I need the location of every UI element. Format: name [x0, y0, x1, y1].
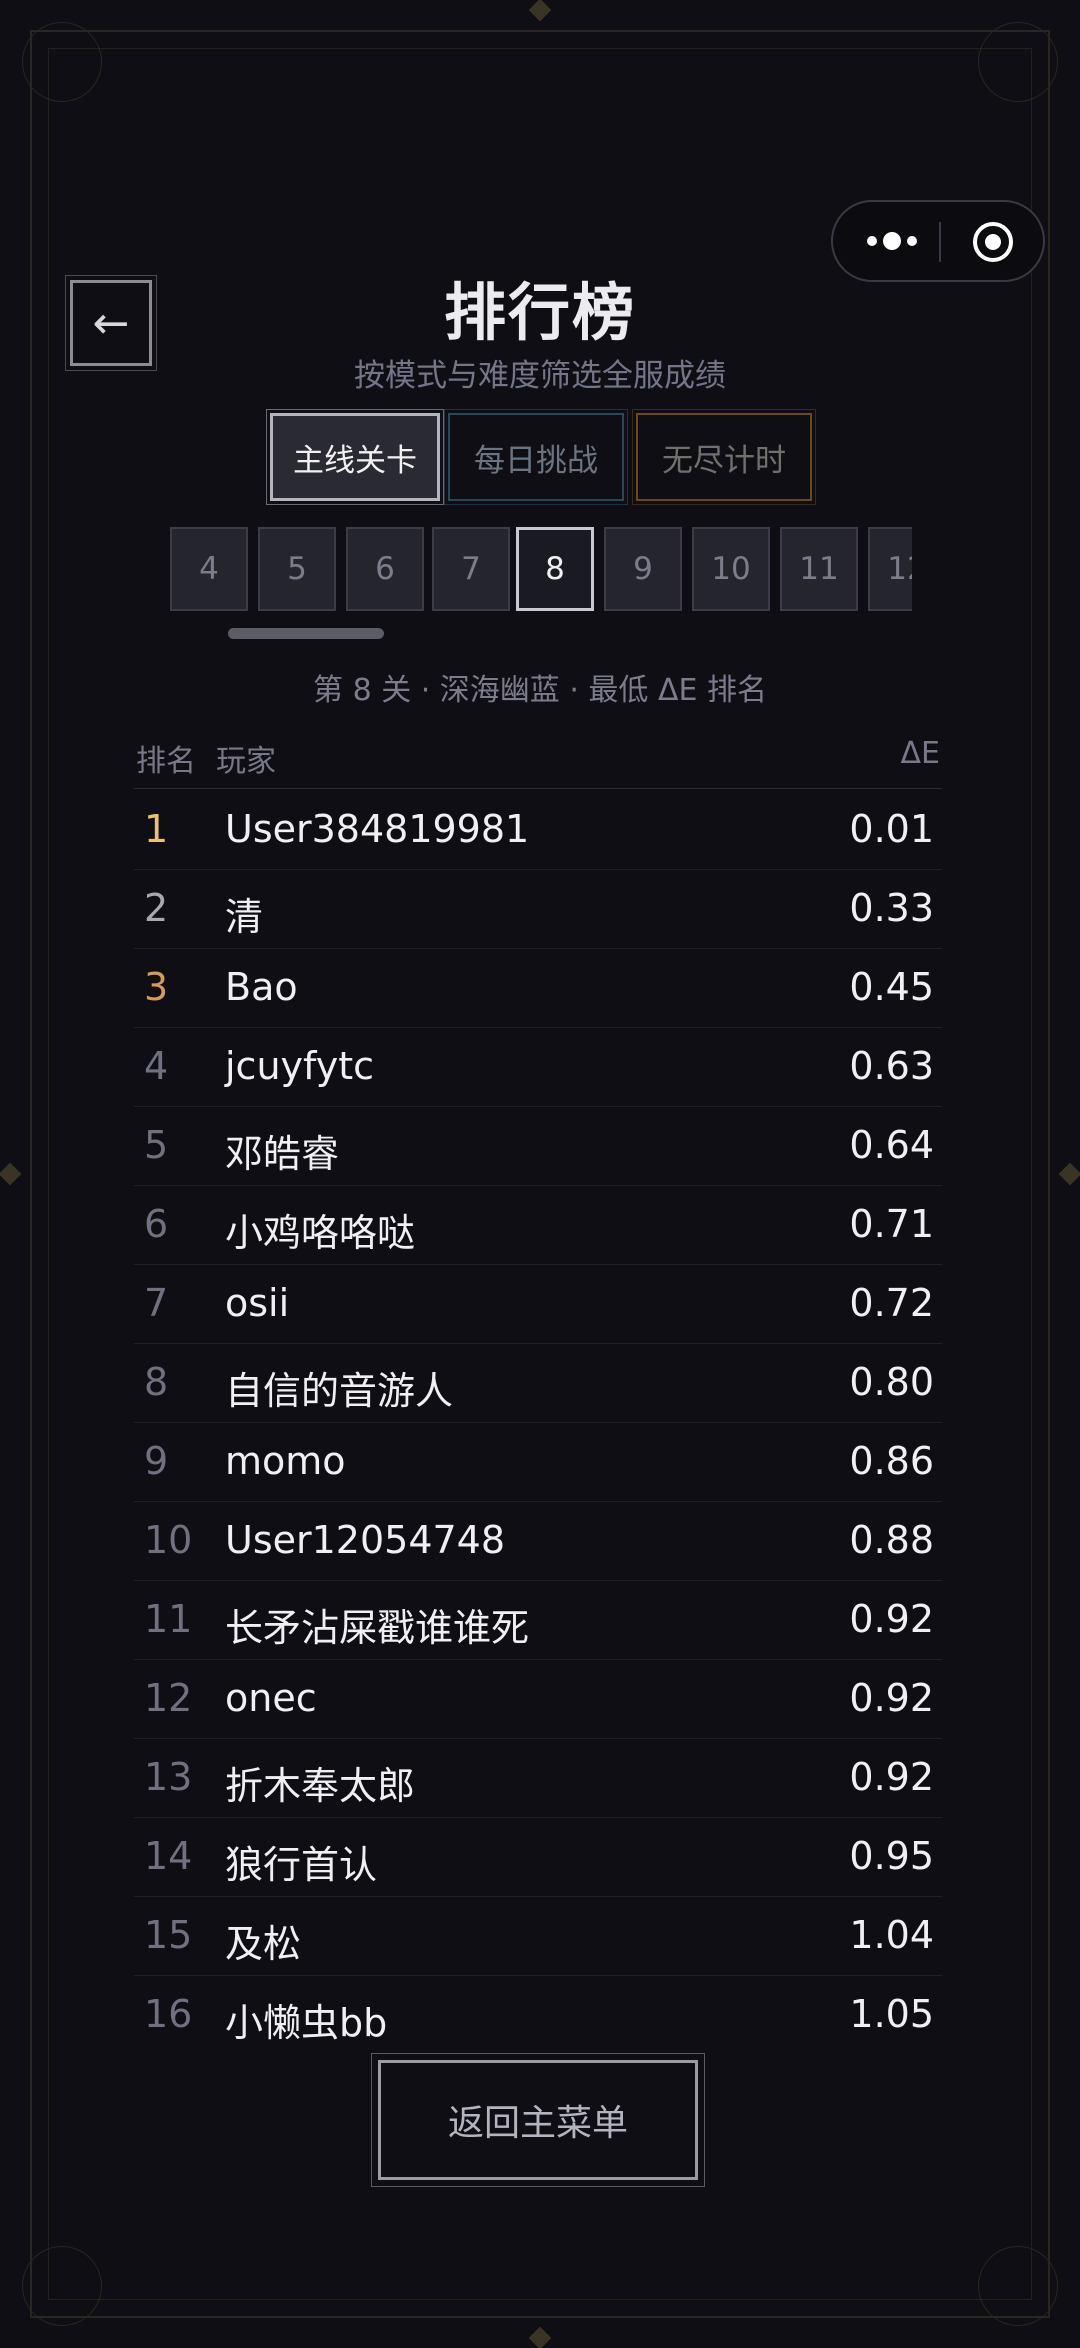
header-player: 玩家 — [216, 744, 276, 779]
row-player: 狼行首认 — [225, 1843, 378, 1887]
level-caption: 第 8 关 · 深海幽蓝 · 最低 ΔE 排名 — [313, 673, 767, 708]
table-row: 8 自信的音游人 0.80 — [134, 1344, 942, 1423]
row-score: 0.92 — [849, 1676, 934, 1720]
tab-daily-challenge[interactable]: 每日挑战 — [444, 409, 628, 505]
corner-ornament — [22, 2246, 102, 2326]
row-player: Bao — [225, 965, 298, 1009]
row-score: 1.05 — [849, 1992, 934, 2036]
table-row: 16 小懒虫bb 1.05 — [134, 1976, 942, 2055]
row-rank: 9 — [144, 1439, 169, 1483]
table-row: 6 小鸡咯咯哒 0.71 — [134, 1186, 942, 1265]
row-player: User384819981 — [225, 807, 530, 851]
table-row: 5 邓皓睿 0.64 — [134, 1107, 942, 1186]
row-player: jcuyfytc — [225, 1044, 375, 1088]
row-player: 折木奉太郎 — [225, 1764, 416, 1808]
diamond-ornament — [528, 2326, 552, 2348]
row-score: 0.64 — [849, 1123, 934, 1167]
return-main-menu-button[interactable]: 返回主菜单 — [371, 2053, 705, 2187]
level-item[interactable]: 9 — [604, 527, 682, 611]
row-rank: 13 — [144, 1755, 193, 1799]
row-rank: 5 — [144, 1123, 169, 1167]
row-player: momo — [225, 1439, 346, 1483]
row-score: 0.33 — [849, 886, 934, 930]
row-rank: 8 — [144, 1360, 169, 1404]
level-item[interactable]: 4 — [170, 527, 248, 611]
page-subtitle: 按模式与难度筛选全服成绩 — [354, 358, 726, 394]
corner-ornament — [978, 22, 1058, 102]
row-score: 0.63 — [849, 1044, 934, 1088]
level-item[interactable]: 6 — [346, 527, 424, 611]
level-selector[interactable]: 4 5 6 7 8 9 10 11 12 — [168, 523, 912, 615]
row-player: 邓皓睿 — [225, 1132, 340, 1176]
table-row: 4 jcuyfytc 0.63 — [134, 1028, 942, 1107]
corner-ornament — [22, 22, 102, 102]
row-rank: 4 — [144, 1044, 169, 1088]
row-player: 及松 — [225, 1922, 302, 1966]
row-rank: 1 — [144, 807, 169, 851]
level-item[interactable]: 11 — [780, 527, 858, 611]
table-row: 12 onec 0.92 — [134, 1660, 942, 1739]
row-rank: 3 — [144, 965, 169, 1009]
capsule-divider — [939, 222, 941, 262]
row-rank: 12 — [144, 1676, 193, 1720]
row-score: 0.86 — [849, 1439, 934, 1483]
table-row: 14 狼行首认 0.95 — [134, 1818, 942, 1897]
header-delta-e: ΔE — [900, 736, 940, 771]
row-score: 0.92 — [849, 1755, 934, 1799]
row-score: 0.88 — [849, 1518, 934, 1562]
level-scrollbar[interactable] — [228, 628, 384, 639]
row-score: 1.04 — [849, 1913, 934, 1957]
table-header: 排名 玩家 ΔE — [134, 732, 942, 789]
more-dots-icon[interactable] — [863, 228, 923, 254]
table-row: 3 Bao 0.45 — [134, 949, 942, 1028]
row-score: 0.92 — [849, 1597, 934, 1641]
row-player: User12054748 — [225, 1518, 506, 1562]
row-player: onec — [225, 1676, 317, 1720]
table-row: 10 User12054748 0.88 — [134, 1502, 942, 1581]
level-item[interactable]: 7 — [432, 527, 510, 611]
row-rank: 10 — [144, 1518, 193, 1562]
diamond-ornament — [0, 1162, 22, 1186]
diamond-ornament — [528, 0, 552, 22]
row-rank: 6 — [144, 1202, 169, 1246]
row-score: 0.01 — [849, 807, 934, 851]
table-row: 7 osii 0.72 — [134, 1265, 942, 1344]
row-player: 自信的音游人 — [225, 1369, 454, 1413]
tab-main-levels[interactable]: 主线关卡 — [266, 409, 444, 505]
leaderboard-page: { "header": { "title": "排行榜", "subtitle"… — [0, 0, 1080, 2348]
header-rank: 排名 — [136, 744, 196, 779]
row-player: 小鸡咯咯哒 — [225, 1211, 416, 1255]
row-player: 清 — [225, 895, 264, 939]
target-circle-icon[interactable] — [971, 220, 1015, 264]
row-score: 0.45 — [849, 965, 934, 1009]
row-rank: 2 — [144, 886, 169, 930]
row-rank: 11 — [144, 1597, 193, 1641]
diamond-ornament — [1058, 1162, 1080, 1186]
table-row: 13 折木奉太郎 0.92 — [134, 1739, 942, 1818]
row-rank: 15 — [144, 1913, 193, 1957]
corner-ornament — [978, 2246, 1058, 2326]
page-title: 排行榜 — [443, 276, 636, 349]
table-row: 15 及松 1.04 — [134, 1897, 942, 1976]
level-item-selected[interactable]: 8 — [516, 527, 594, 611]
table-row: 2 清 0.33 — [134, 870, 942, 949]
row-score: 0.95 — [849, 1834, 934, 1878]
row-player: osii — [225, 1281, 290, 1325]
row-score: 0.71 — [849, 1202, 934, 1246]
table-row: 11 长矛沾屎戳谁谁死 0.92 — [134, 1581, 942, 1660]
row-rank: 16 — [144, 1992, 193, 2036]
row-score: 0.80 — [849, 1360, 934, 1404]
row-player: 长矛沾屎戳谁谁死 — [225, 1606, 530, 1650]
row-score: 0.72 — [849, 1281, 934, 1325]
row-rank: 14 — [144, 1834, 193, 1878]
row-player: 小懒虫bb — [225, 2001, 388, 2045]
level-item[interactable]: 12 — [868, 527, 912, 611]
level-item[interactable]: 5 — [258, 527, 336, 611]
row-rank: 7 — [144, 1281, 169, 1325]
table-row: 9 momo 0.86 — [134, 1423, 942, 1502]
level-item[interactable]: 10 — [692, 527, 770, 611]
tab-endless-timed[interactable]: 无尽计时 — [632, 409, 816, 505]
table-row: 1 User384819981 0.01 — [134, 791, 942, 870]
